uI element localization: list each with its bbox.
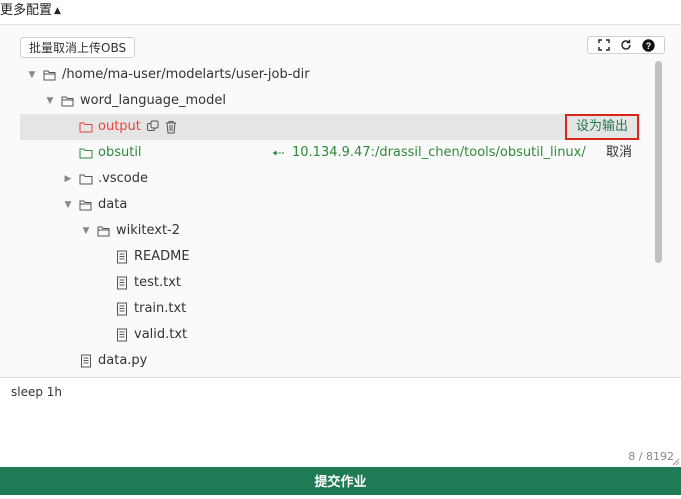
tree-label: .vscode	[98, 171, 148, 186]
tree-row-valid-txt[interactable]: valid.txt	[20, 322, 640, 348]
tree-row-train-txt[interactable]: train.txt	[20, 296, 640, 322]
tree-row-vscode[interactable]: ▶ .vscode	[20, 166, 640, 192]
scrollbar-thumb[interactable]	[655, 61, 662, 263]
submit-job-button[interactable]: 提交作业	[0, 467, 681, 495]
caret-right-icon[interactable]: ▶	[62, 166, 74, 192]
tree-row-wikitext-2[interactable]: ▼ wikitext-2	[20, 218, 640, 244]
fullscreen-icon[interactable]	[597, 38, 611, 52]
tree-label: data.py	[98, 353, 148, 368]
trash-icon[interactable]	[164, 120, 178, 134]
set-as-output-button[interactable]: 设为输出	[565, 114, 639, 140]
folder-open-icon	[61, 96, 74, 107]
resize-handle-icon[interactable]	[672, 458, 680, 466]
tree-row-data-py[interactable]: data.py	[20, 348, 640, 374]
file-icon	[117, 328, 127, 342]
tree-row-word-language-model[interactable]: ▼ word_language_model	[20, 88, 640, 114]
folder-icon	[79, 148, 93, 159]
file-tree-panel: 批量取消上传OBS ? ▼ /home/ma-user/modelarts/us…	[0, 24, 681, 378]
folder-open-icon	[43, 70, 56, 81]
char-counter: 8 / 8192	[628, 450, 674, 463]
folder-open-icon	[97, 226, 110, 237]
caret-down-icon[interactable]: ▼	[80, 218, 92, 244]
tree-label: /home/ma-user/modelarts/user-job-dir	[62, 67, 310, 82]
folder-open-icon	[79, 200, 92, 211]
tree-row-root[interactable]: ▼ /home/ma-user/modelarts/user-job-dir	[20, 62, 640, 88]
tree-label: wikitext-2	[116, 223, 181, 238]
tree-row-obsutil[interactable]: obsutil 10.134.9.47:/drassil_chen/tools/…	[20, 140, 640, 166]
more-config-label: 更多配置	[0, 3, 53, 18]
batch-cancel-upload-button[interactable]: 批量取消上传OBS	[20, 37, 136, 58]
tree-label: word_language_model	[80, 93, 226, 108]
cancel-mapping-button[interactable]: 取消	[606, 140, 632, 166]
tree-label: test.txt	[134, 275, 181, 290]
tree-row-output[interactable]: output 设为输出	[20, 114, 640, 140]
caret-down-icon[interactable]: ▼	[26, 62, 38, 88]
tree-label: obsutil	[98, 145, 142, 160]
tree-label: data	[98, 197, 128, 212]
help-icon[interactable]: ?	[642, 38, 656, 52]
tree-label: valid.txt	[134, 327, 188, 342]
more-config-toggle[interactable]: 更多配置 ▲	[0, 0, 61, 24]
tree-tools: ?	[587, 36, 665, 54]
tree-row-data[interactable]: ▼ data	[20, 192, 640, 218]
command-value: sleep 1h	[11, 385, 63, 399]
folder-icon	[79, 122, 93, 133]
tree-scrollbar[interactable]	[655, 61, 663, 363]
tree-label: output	[98, 119, 141, 134]
folder-icon	[79, 174, 93, 185]
caret-up-icon: ▲	[54, 6, 61, 16]
file-icon	[81, 354, 91, 368]
caret-down-icon[interactable]: ▼	[44, 88, 56, 114]
tree-label: README	[134, 249, 190, 264]
copy-icon[interactable]	[146, 120, 160, 134]
tree-row-readme[interactable]: README	[20, 244, 640, 270]
obs-mapping-path: 10.134.9.47:/drassil_chen/tools/obsutil_…	[292, 145, 586, 160]
tree-row-test-txt[interactable]: test.txt	[20, 270, 640, 296]
file-icon	[117, 276, 127, 290]
mapped-arrow-icon	[272, 150, 286, 156]
file-icon	[117, 302, 127, 316]
svg-text:?: ?	[646, 41, 652, 51]
tree-label: train.txt	[134, 301, 187, 316]
command-textarea[interactable]: sleep 1h	[0, 377, 681, 466]
refresh-icon[interactable]	[619, 38, 633, 52]
file-icon	[117, 250, 127, 264]
caret-down-icon[interactable]: ▼	[62, 192, 74, 218]
